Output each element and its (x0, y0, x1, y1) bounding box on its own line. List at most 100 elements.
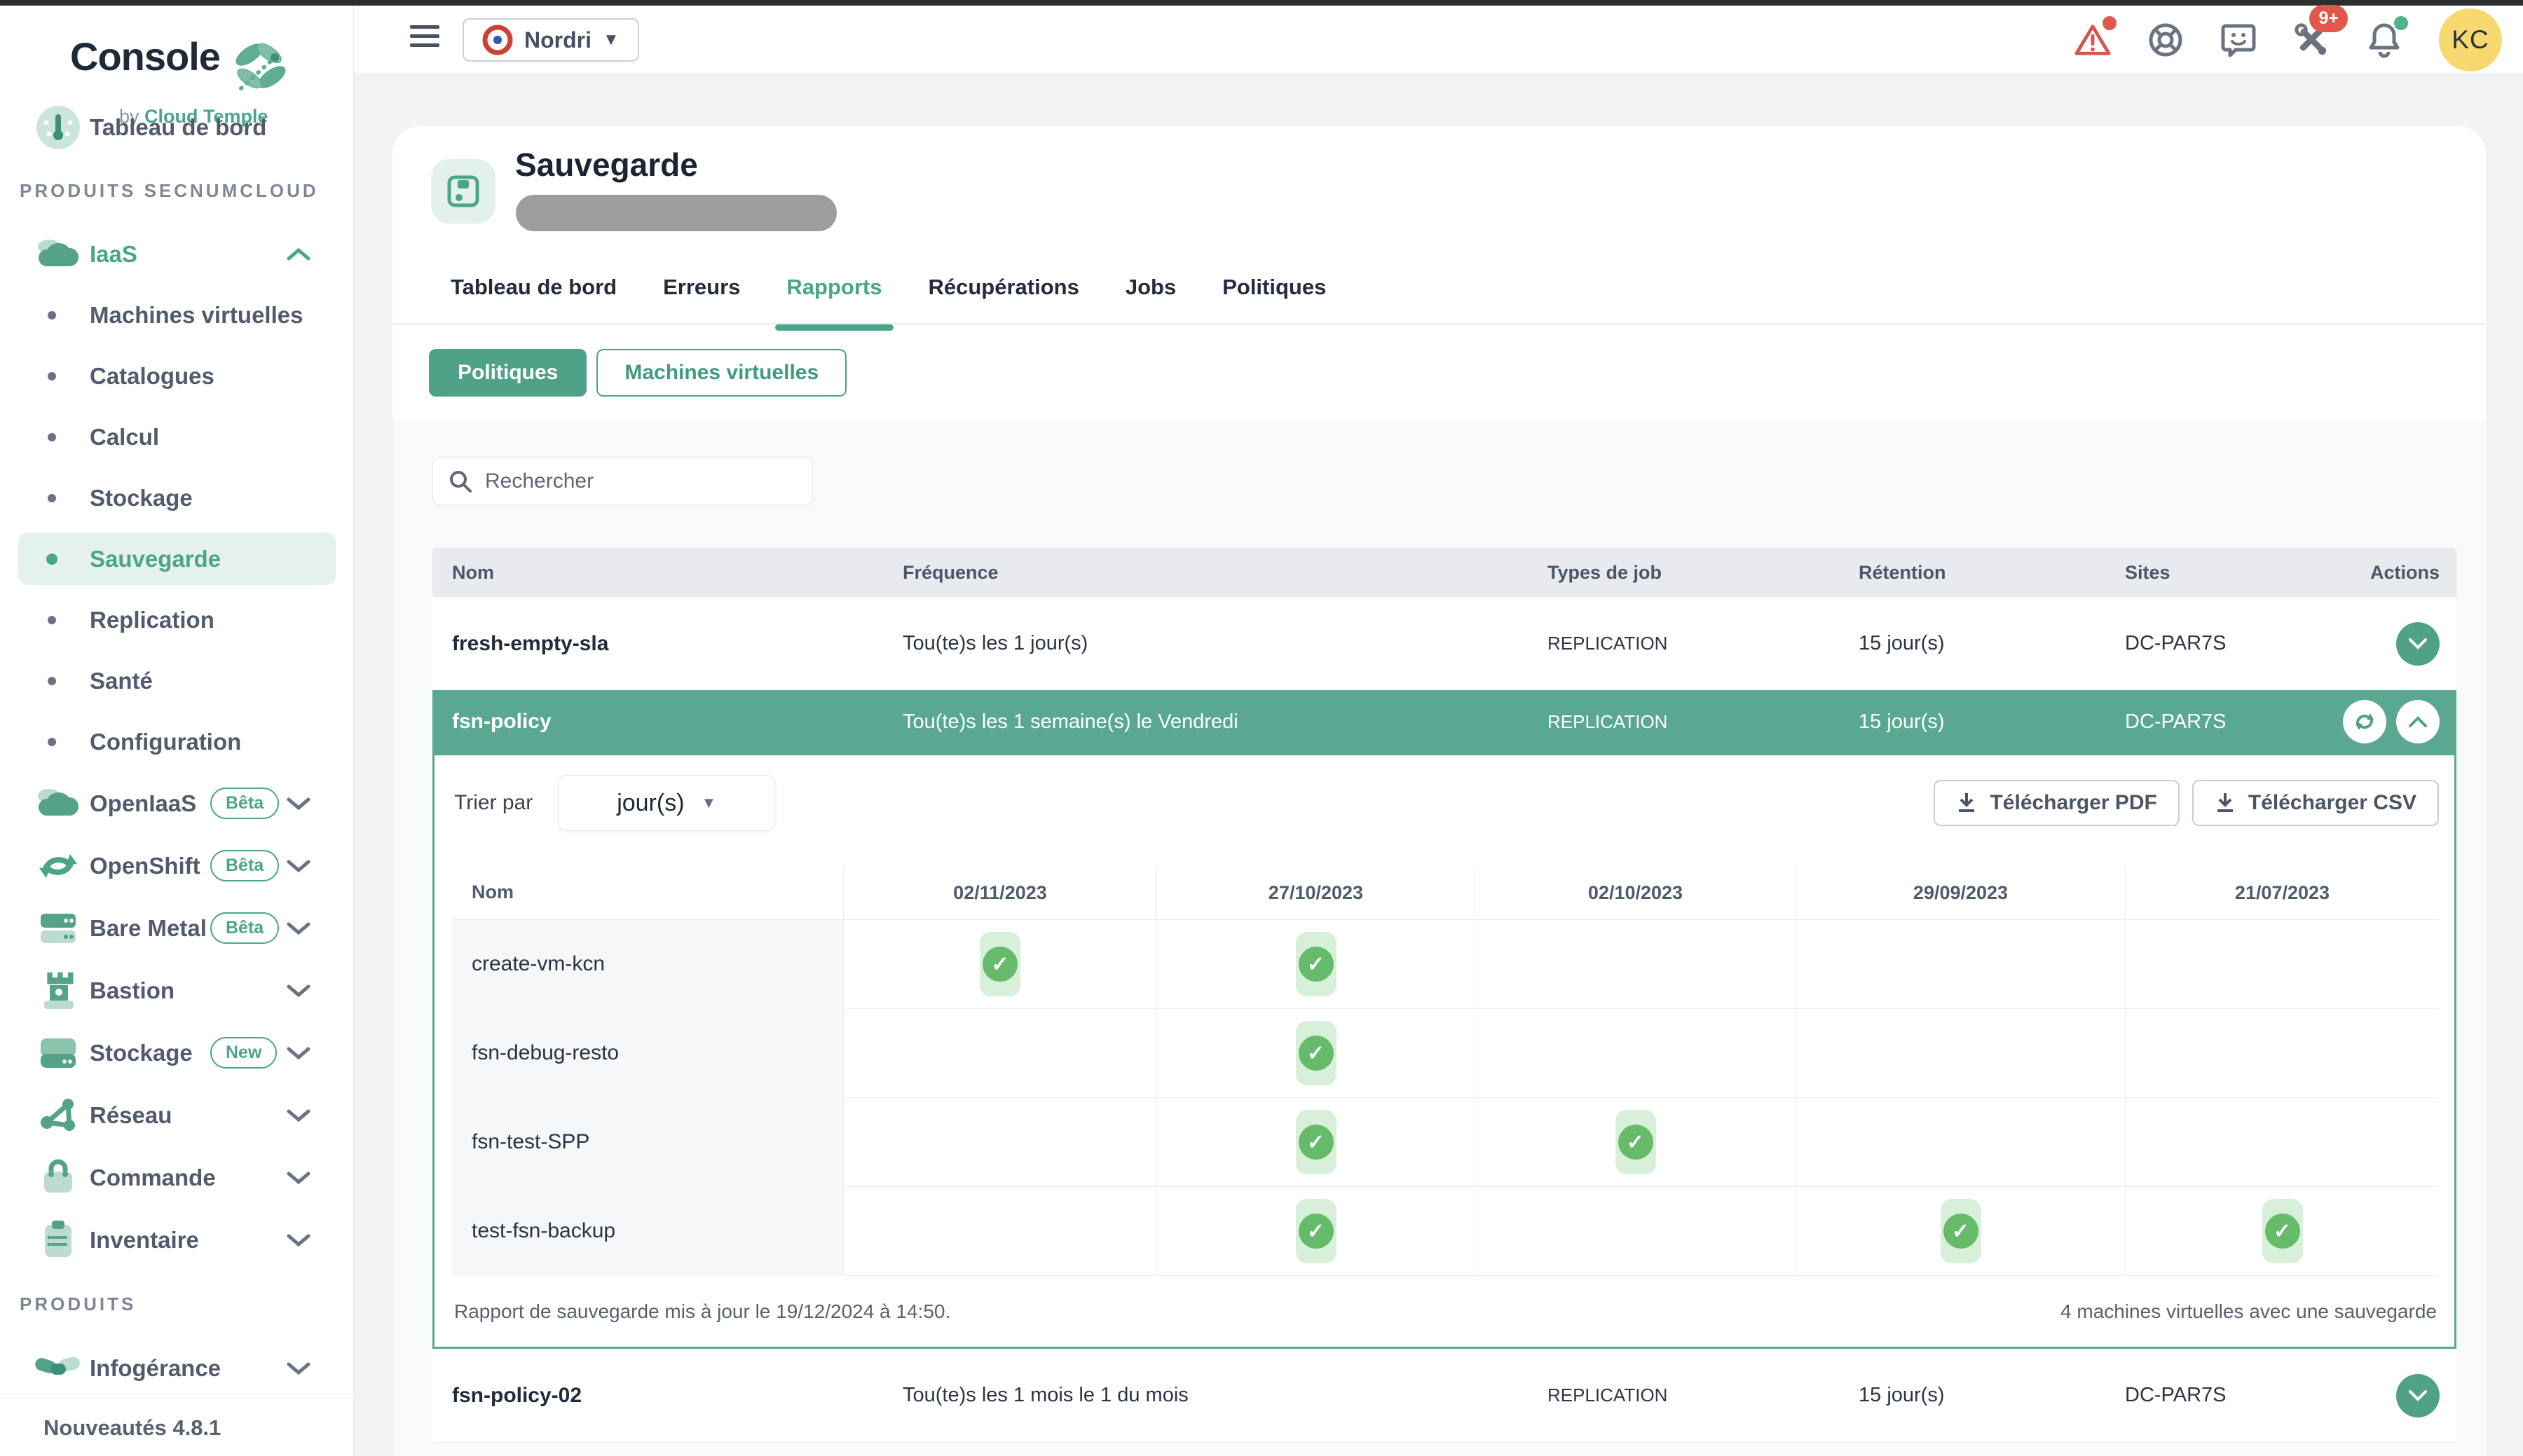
sidebar-divider (0, 1398, 354, 1399)
sidebar-item-machines-virtuelles[interactable]: Machines virtuelles (0, 284, 354, 345)
sidebar-item-stockage[interactable]: Stockage New (0, 1022, 354, 1084)
policy-row-fsn-policy-02[interactable]: fsn-policy-02 Tou(te)s les 1 mois le 1 d… (432, 1349, 2456, 1442)
sidebar-item-configuration[interactable]: Configuration (0, 711, 354, 772)
main-content: Sauvegarde Tableau de bord Erreurs Rappo… (354, 74, 2523, 1456)
tab-recuperations[interactable]: Récupérations (929, 275, 1079, 320)
chevron-up-icon (287, 247, 310, 261)
search-input[interactable] (485, 469, 779, 493)
sidebar-item-label: Stockage (90, 1040, 193, 1066)
server-icon (34, 906, 83, 951)
sidebar-item-sante[interactable]: Santé (0, 650, 354, 711)
sidebar-item-sauvegarde-active[interactable]: Sauvegarde (0, 528, 354, 589)
refresh-report-button[interactable] (2343, 700, 2386, 743)
report-row-fsn-debug-resto: fsn-debug-resto ✓ ✓ ✓ ✓ ✓ (452, 1009, 2439, 1098)
app-root: Console by Cloud Temple (0, 0, 2523, 1456)
notifications-button[interactable] (2366, 22, 2402, 58)
sidebar-item-stockage-iaas[interactable]: Stockage (0, 467, 354, 528)
jobs-button[interactable]: 9+ (2293, 22, 2330, 58)
chevron-down-icon (287, 859, 310, 873)
bullet-icon (48, 311, 56, 320)
sidebar-item-replication[interactable]: Replication (0, 589, 354, 650)
sidebar-item-label: Infogérance (90, 1355, 221, 1382)
tenant-selector[interactable]: Nordri ▼ (463, 18, 639, 62)
sidebar-item-catalogues[interactable]: Catalogues (0, 345, 354, 406)
floppy-icon (446, 174, 480, 208)
backup-check-badge: ✓ (2262, 1199, 2303, 1263)
policy-row-fsn-policy-selected[interactable]: fsn-policy Tou(te)s les 1 semaine(s) le … (432, 690, 2456, 753)
chevron-down-icon (2408, 638, 2428, 650)
release-notes-link[interactable]: Nouveautés 4.8.1 (43, 1415, 221, 1441)
handshake-icon (34, 1346, 83, 1391)
alerts-button[interactable] (2074, 22, 2111, 58)
chevron-up-icon (2408, 715, 2428, 728)
storage-icon (34, 1031, 83, 1076)
report-row-create-vm-kcn: create-vm-kcn ✓ ✓ ✓ ✓ ✓ (452, 920, 2439, 1009)
sidebar-item-label: OpenShift (90, 853, 200, 879)
report-col-date-5: 21/07/2023 (2125, 865, 2439, 920)
sidebar-item-bastion[interactable]: Bastion (0, 959, 354, 1022)
bullet-icon (48, 677, 56, 685)
report-panel: Trier par jour(s) ▼ (432, 753, 2456, 1349)
download-icon (1956, 792, 1977, 814)
sidebar-item-reseau[interactable]: Réseau (0, 1084, 354, 1146)
support-button[interactable] (2147, 22, 2184, 58)
feedback-button[interactable] (2220, 22, 2257, 58)
sort-unit-select[interactable]: jour(s) ▼ (558, 775, 775, 831)
report-col-date-1: 02/11/2023 (843, 865, 1156, 920)
title-placeholder-bar (516, 195, 837, 231)
download-pdf-button[interactable]: Télécharger PDF (1934, 780, 2179, 826)
policy-row-fresh-empty-sla[interactable]: fresh-empty-sla Tou(te)s les 1 jour(s) R… (432, 597, 2456, 690)
col-header-nom: Nom (432, 562, 883, 584)
tab-erreurs[interactable]: Erreurs (663, 275, 740, 320)
search-box[interactable] (432, 458, 813, 505)
backup-check-badge: ✓ (1296, 1110, 1336, 1174)
tab-politiques[interactable]: Politiques (1222, 275, 1326, 320)
chat-smiley-icon (2220, 22, 2257, 58)
download-csv-button[interactable]: Télécharger CSV (2192, 780, 2439, 826)
policy-row-fsn-policy-02-wrap: fsn-policy-02 Tou(te)s les 1 mois le 1 d… (432, 1349, 2456, 1443)
tab-jobs[interactable]: Jobs (1126, 275, 1176, 320)
caret-down-icon: ▼ (702, 794, 717, 812)
sidebar-item-openiaas[interactable]: OpenIaaS Bêta (0, 772, 354, 835)
sidebar-item-infogerance[interactable]: Infogérance (0, 1337, 354, 1399)
col-header-sites: Sites (2105, 562, 2300, 584)
backup-check-badge: ✓ (1615, 1110, 1656, 1174)
avatar[interactable]: KC (2439, 8, 2502, 71)
topbar: Nordri ▼ (354, 6, 2523, 74)
sort-unit-value: jour(s) (617, 790, 684, 817)
sidebar-item-calcul[interactable]: Calcul (0, 406, 354, 467)
sidebar-item-label: Sauvegarde (90, 546, 221, 572)
sidebar-item-inventaire[interactable]: Inventaire (0, 1209, 354, 1271)
expand-row-button[interactable] (2396, 1374, 2440, 1417)
download-pdf-label: Télécharger PDF (1990, 791, 2156, 815)
bullet-icon (48, 738, 56, 746)
sidebar-item-label: Catalogues (90, 363, 214, 390)
logo-title: Console (70, 34, 220, 79)
backup-check-badge: ✓ (1296, 1021, 1336, 1085)
sidebar-item-bare-metal[interactable]: Bare Metal Bêta (0, 897, 354, 959)
sidebar-item-openshift[interactable]: OpenShift Bêta (0, 835, 354, 897)
sidebar-section-secnumcloud: PRODUITS SECNUMCLOUD (0, 158, 354, 224)
tab-tableau-de-bord[interactable]: Tableau de bord (451, 275, 617, 320)
backup-check-badge: ✓ (1296, 932, 1336, 996)
chevron-down-icon (2408, 1389, 2428, 1402)
hamburger-menu-icon[interactable] (410, 25, 439, 53)
bullet-icon (48, 433, 56, 441)
chevron-down-icon (287, 1046, 310, 1060)
machines-virtuelles-toggle-button[interactable]: Machines virtuelles (596, 349, 847, 397)
sidebar-item-commande[interactable]: Commande (0, 1146, 354, 1209)
download-csv-label: Télécharger CSV (2248, 791, 2416, 815)
lifebuoy-icon (2147, 22, 2184, 58)
col-header-types-de-job: Types de job (1528, 562, 1839, 584)
backup-check-badge: ✓ (980, 932, 1020, 996)
search-icon (449, 469, 472, 493)
sidebar-item-tableau-de-bord[interactable]: Tableau de bord (0, 97, 354, 158)
expand-row-button[interactable] (2396, 622, 2440, 666)
politiques-toggle-button[interactable]: Politiques (429, 349, 587, 397)
chevron-down-icon (287, 1108, 310, 1122)
sidebar-item-iaas[interactable]: IaaS (0, 224, 354, 284)
collapse-row-button[interactable] (2396, 700, 2440, 743)
sauvegarde-page-icon (431, 159, 495, 224)
chevron-down-icon (287, 1171, 310, 1185)
tab-rapports[interactable]: Rapports (786, 275, 882, 320)
